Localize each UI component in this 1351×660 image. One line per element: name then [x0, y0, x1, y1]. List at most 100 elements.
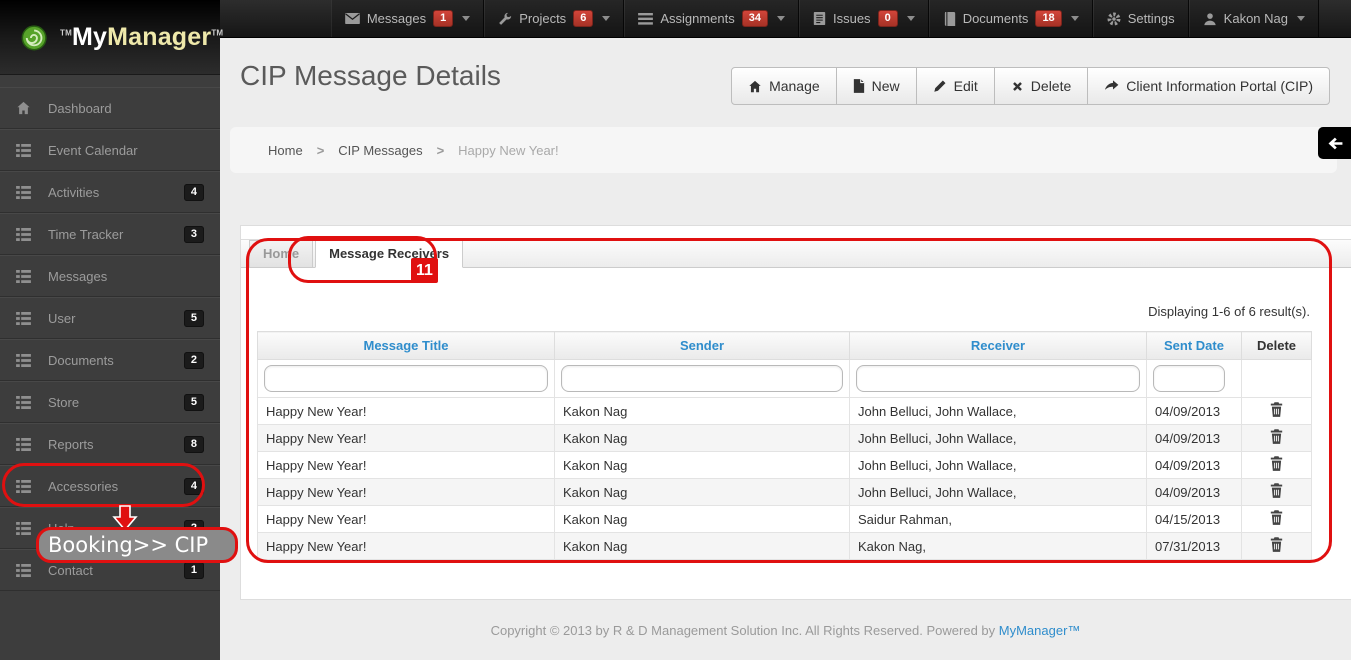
tm-mark: TM: [211, 28, 224, 38]
sidebar-item-label: Accessories: [48, 478, 119, 494]
file-icon: [853, 79, 865, 93]
new-button[interactable]: New: [835, 67, 917, 105]
brand-logo[interactable]: TMMyManagerTM: [0, 0, 224, 75]
topbar-item-user-menu[interactable]: Kakon Nag: [1188, 0, 1319, 37]
cell-receiver: John Belluci, John Wallace,: [849, 424, 1147, 452]
breadcrumb-current-page: Happy New Year!: [458, 142, 559, 158]
footer-brand-link[interactable]: MyManager™: [999, 623, 1081, 638]
list-icon: [16, 185, 34, 199]
sidebar-item-label: Documents: [48, 352, 114, 368]
topbar-item-messages[interactable]: Messages 1: [330, 0, 485, 37]
cell-receiver: John Belluci, John Wallace,: [849, 451, 1147, 479]
topbar-count-badge: 1: [433, 10, 454, 27]
cell-sender: Kakon Nag: [554, 451, 850, 479]
sidebar-item-label: Help: [48, 520, 75, 536]
edit-button[interactable]: Edit: [915, 67, 995, 105]
button-label: Delete: [1030, 78, 1072, 94]
cell-message-title: Happy New Year!: [257, 451, 555, 479]
sidebar-item-help[interactable]: Help 2: [0, 507, 220, 549]
manage-button[interactable]: Manage: [731, 67, 837, 105]
cell-sender: Kakon Nag: [554, 478, 850, 506]
wrench-icon: [498, 12, 512, 26]
caret-down-icon: [906, 16, 915, 21]
caret-down-icon: [462, 16, 471, 21]
filter-receiver-input[interactable]: [856, 365, 1140, 392]
sidebar-item-contact[interactable]: Contact 1: [0, 549, 220, 591]
column-header-sent-date[interactable]: Sent Date: [1146, 331, 1242, 360]
breadcrumb-cip-messages-link[interactable]: CIP Messages: [338, 143, 422, 158]
collapse-panel-button[interactable]: [1318, 127, 1351, 159]
sidebar-count-badge: 5: [183, 309, 204, 327]
delete-button[interactable]: Delete: [993, 67, 1089, 105]
cell-receiver: Kakon Nag,: [849, 532, 1147, 560]
filter-message-title-input[interactable]: [264, 365, 548, 392]
cip-portal-button[interactable]: Client Information Portal (CIP): [1087, 67, 1330, 105]
column-header-receiver[interactable]: Receiver: [849, 331, 1147, 360]
topbar-item-label: Documents: [962, 11, 1029, 26]
delete-row-button[interactable]: [1270, 537, 1283, 552]
filter-sent-date-input[interactable]: [1153, 365, 1225, 392]
topbar-item-label: Messages: [366, 11, 427, 26]
main-panel: Home Message Receivers Displaying 1-6 of…: [240, 225, 1351, 600]
cell-receiver: John Belluci, John Wallace,: [849, 478, 1147, 506]
list-icon: [16, 353, 34, 367]
cell-sent-date: 04/09/2013: [1146, 478, 1242, 506]
column-header-message-title[interactable]: Message Title: [257, 331, 555, 360]
sidebar-item-reports[interactable]: Reports 8: [0, 423, 220, 465]
pencil-icon: [933, 79, 947, 93]
delete-row-button[interactable]: [1270, 402, 1283, 417]
list-icon: [16, 269, 34, 283]
cell-sent-date: 04/09/2013: [1146, 424, 1242, 452]
sidebar-count-badge: 4: [183, 183, 204, 201]
envelope-icon: [345, 13, 360, 24]
sidebar-item-activities[interactable]: Activities 4: [0, 171, 220, 213]
table-row: Happy New Year! Kakon Nag Saidur Rahman,…: [257, 505, 1312, 533]
topbar-item-label: Assignments: [660, 11, 735, 26]
sidebar-item-store[interactable]: Store 5: [0, 381, 220, 423]
sidebar-item-documents[interactable]: Documents 2: [0, 339, 220, 381]
topbar-count-badge: 6: [573, 10, 594, 27]
sidebar-item-accessories[interactable]: Accessories 4: [0, 465, 220, 507]
cell-sent-date: 07/31/2013: [1146, 532, 1242, 560]
topbar-item-settings[interactable]: Settings: [1092, 0, 1189, 37]
delete-row-button[interactable]: [1270, 429, 1283, 444]
cell-message-title: Happy New Year!: [257, 424, 555, 452]
sidebar: TMMyManagerTM Dashboard Event Calendar A…: [0, 0, 224, 660]
sidebar-item-event-calendar[interactable]: Event Calendar: [0, 129, 220, 171]
tm-mark: TM: [60, 28, 72, 38]
sidebar-item-user[interactable]: User 5: [0, 297, 220, 339]
breadcrumb-home-link[interactable]: Home: [268, 143, 303, 158]
list-icon: [16, 311, 34, 325]
delete-row-button[interactable]: [1270, 510, 1283, 525]
sidebar-item-label: Event Calendar: [48, 142, 138, 158]
caret-down-icon: [776, 16, 785, 21]
copyright-text: Copyright © 2013 by R & D Management Sol…: [490, 623, 996, 638]
topbar-item-assignments[interactable]: Assignments 34: [624, 0, 799, 37]
sidebar-count-badge: 1: [183, 561, 204, 579]
delete-row-button[interactable]: [1270, 483, 1283, 498]
cell-message-title: Happy New Year!: [257, 478, 555, 506]
topbar-item-issues[interactable]: Issues 0: [798, 0, 929, 37]
tab-home[interactable]: Home: [249, 240, 314, 268]
sidebar-item-dashboard[interactable]: Dashboard: [0, 87, 220, 129]
sidebar-item-messages[interactable]: Messages: [0, 255, 220, 297]
sidebar-item-time-tracker[interactable]: Time Tracker 3: [0, 213, 220, 255]
home-icon: [16, 101, 34, 115]
topbar: Messages 1 Projects 6 Assignments 34 Iss…: [220, 0, 1351, 38]
list-icon: [16, 479, 34, 493]
book-icon: [943, 11, 956, 26]
sidebar-count-badge: 2: [183, 519, 204, 537]
sidebar-item-label: Dashboard: [48, 100, 112, 116]
delete-row-button[interactable]: [1270, 456, 1283, 471]
cell-sender: Kakon Nag: [554, 505, 850, 533]
topbar-item-projects[interactable]: Projects 6: [484, 0, 625, 37]
button-label: Client Information Portal (CIP): [1126, 78, 1313, 94]
sidebar-count-badge: 5: [183, 393, 204, 411]
filter-sender-input[interactable]: [561, 365, 843, 392]
table-row: Happy New Year! Kakon Nag John Belluci, …: [257, 451, 1312, 479]
column-header-sender[interactable]: Sender: [554, 331, 850, 360]
list-icon: [16, 563, 34, 577]
topbar-item-documents[interactable]: Documents 18: [928, 0, 1093, 37]
tab-message-receivers[interactable]: Message Receivers: [315, 240, 464, 268]
button-label: Manage: [769, 78, 820, 94]
